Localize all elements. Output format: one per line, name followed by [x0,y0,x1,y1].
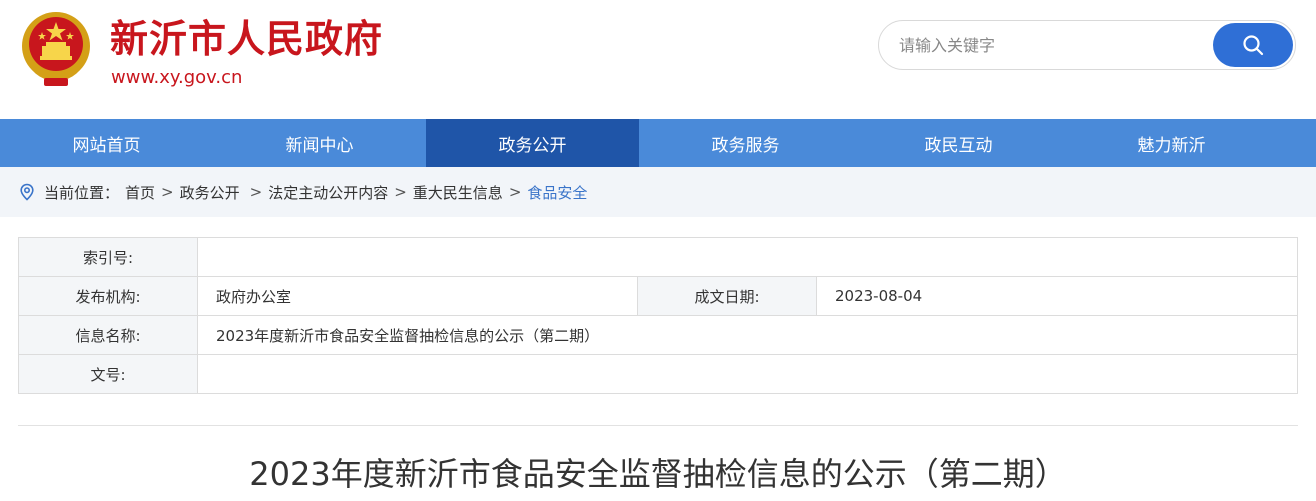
breadcrumb-separator: > [508,183,522,201]
nav-item-services[interactable]: 政务服务 [639,119,852,167]
breadcrumb-item-statutory[interactable]: 法定主动公开内容 [268,182,388,203]
site-url[interactable]: www.xy.gov.cn [111,66,242,90]
publisher-label: 发布机构: [18,276,198,316]
search-input[interactable] [899,21,1209,69]
index-label: 索引号: [18,237,198,277]
info-name-label: 信息名称: [18,315,198,355]
breadcrumb: 当前位置： 首页 > 政务公开 > 法定主动公开内容 > 重大民生信息 > 食品… [0,167,1316,217]
meta-row-name: 信息名称: 2023年度新沂市食品安全监督抽检信息的公示（第二期） [18,315,1298,355]
search-box [878,20,1296,70]
breadcrumb-separator: > [394,183,407,201]
nav-item-home[interactable]: 网站首页 [0,119,213,167]
breadcrumb-separator: > [161,183,174,201]
breadcrumb-item-gov-affairs[interactable]: 政务公开 [180,182,240,203]
breadcrumb-separator: > [249,183,263,201]
meta-row-publisher: 发布机构: 政府办公室 成文日期: 2023-08-04 [18,276,1298,316]
breadcrumb-item-livelihood[interactable]: 重大民生信息 [413,182,503,203]
breadcrumb-current[interactable]: 食品安全 [527,182,587,203]
info-name-value: 2023年度新沂市食品安全监督抽检信息的公示（第二期） [197,315,1298,355]
search-icon [1243,35,1264,56]
article-title: 2023年度新沂市食品安全监督抽检信息的公示（第二期） [249,455,1067,493]
nav-item-interaction[interactable]: 政民互动 [852,119,1065,167]
date-label: 成文日期: [637,276,817,316]
national-emblem-icon [22,12,90,86]
doc-number-label: 文号: [18,354,198,394]
site-header: 新沂市人民政府 www.xy.gov.cn [0,0,1316,119]
divider [18,425,1298,426]
publisher-value: 政府办公室 [197,276,638,316]
document-meta-table: 索引号: 发布机构: 政府办公室 成文日期: 2023-08-04 信息名称: … [18,237,1298,394]
nav-item-charm[interactable]: 魅力新沂 [1065,119,1278,167]
search-button[interactable] [1213,23,1293,67]
meta-row-docno: 文号: [18,354,1298,394]
nav-item-news[interactable]: 新闻中心 [213,119,426,167]
index-value [197,237,1298,277]
nav-item-gov-affairs[interactable]: 政务公开 [426,119,639,167]
doc-number-value [197,354,1298,394]
date-value: 2023-08-04 [816,276,1298,316]
site-title[interactable]: 新沂市人民政府 [110,14,383,64]
meta-row-index: 索引号: [18,237,1298,277]
breadcrumb-prefix: 当前位置： [44,183,120,202]
breadcrumb-item-home[interactable]: 首页 [125,182,155,203]
main-nav: 网站首页 新闻中心 政务公开 政务服务 政民互动 魅力新沂 [0,119,1316,167]
location-pin-icon [20,183,34,201]
